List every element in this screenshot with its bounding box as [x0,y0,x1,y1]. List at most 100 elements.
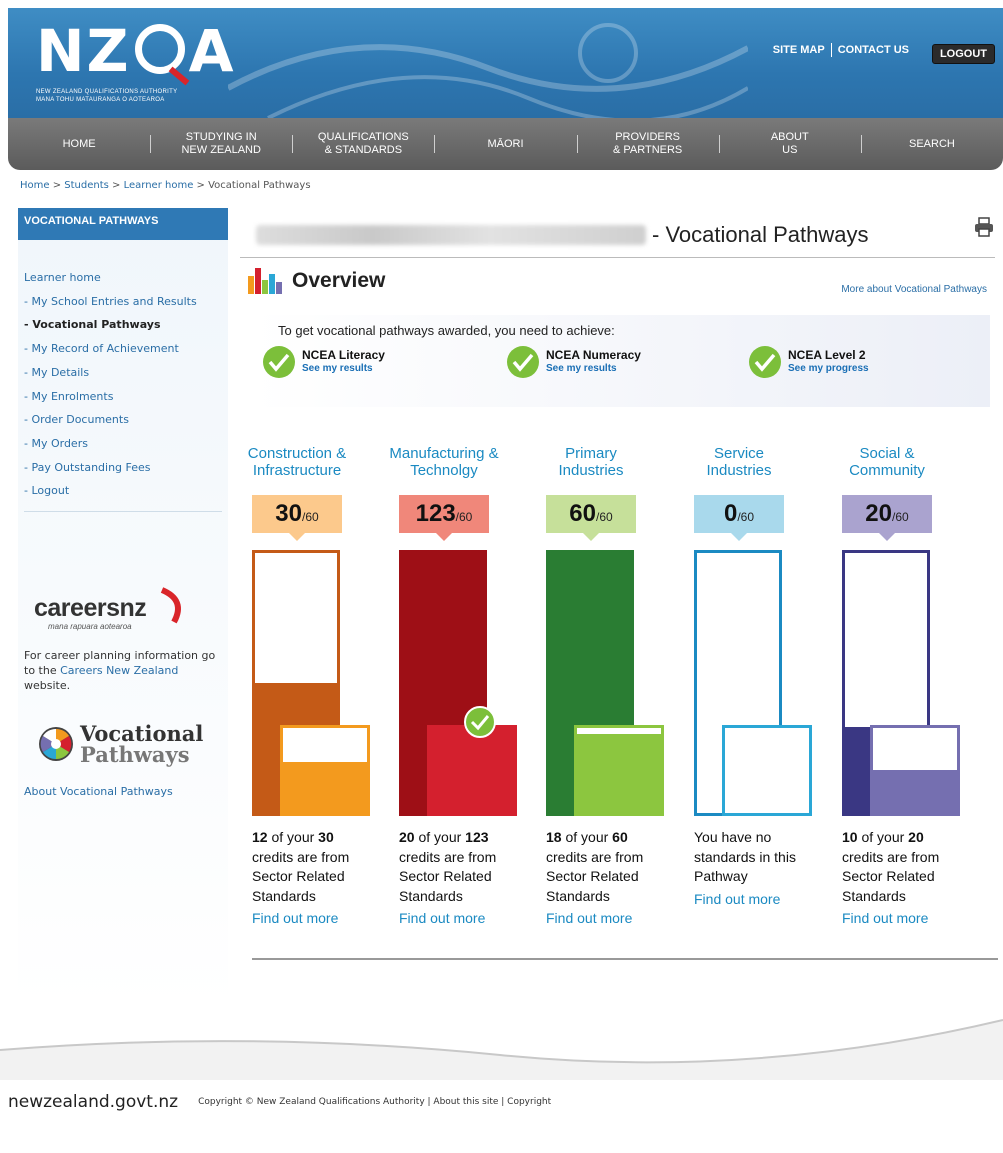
sidebar-heading: VOCATIONAL PATHWAYS [18,208,228,240]
contact-us-link[interactable]: CONTACT US [832,44,915,56]
sidebar-link[interactable]: - Logout [24,479,228,503]
sidebar-link[interactable]: - Order Documents [24,408,228,432]
newzealand-govt-link[interactable]: newzealand.govt.nz [8,1092,178,1112]
requirement-item: NCEA Level 2 See my progress [748,345,869,379]
title-divider [240,257,995,258]
pathways-wheel-icon [39,727,73,762]
requirement-link[interactable]: See my results [546,362,641,375]
pathway-out-of: /60 [455,510,473,524]
pathway-credits: 0 [723,500,738,527]
student-name-redacted [256,225,646,245]
breadcrumb-students[interactable]: Students [64,180,109,191]
sidebar-links: Learner home - My School Entries and Resu… [18,240,228,503]
nav-item[interactable]: HOME [8,118,150,170]
pathway-title-line2: Industries [558,462,624,479]
nav-item[interactable]: STUDYING IN NEW ZEALAND [150,118,292,170]
sidebar-link[interactable]: - My Orders [24,432,228,456]
pathway-sector-bar [574,725,664,816]
sidebar-link[interactable]: - My Details [24,361,228,385]
check-circle-icon [263,346,295,378]
pathway-title-line2: Community [849,462,925,479]
vp-logo-line1: Vocational [80,721,204,747]
find-out-more-link[interactable]: Find out more [399,909,519,929]
pathway-title-line1: Manufacturing & [389,445,499,462]
requirement-title: NCEA Literacy [302,348,385,362]
requirement-link[interactable]: See my results [302,362,385,375]
copyright-text: Copyright © New Zealand Qualifications A… [198,1097,552,1107]
check-circle-icon [749,346,781,378]
desc-mid: of your [857,829,909,845]
breadcrumb-learner-home[interactable]: Learner home [124,180,194,191]
vocational-pathways-logo[interactable]: Vocational Pathways [38,723,228,765]
nav-item[interactable]: MĀORI [434,118,576,170]
page-title: - Vocational Pathways [256,222,868,248]
pathway-sector-bar [280,725,370,816]
main-nav: HOME STUDYING IN NEW ZEALAND QUALIFICATION… [8,118,1003,170]
nzqa-logo[interactable]: NZ A [36,22,236,80]
more-about-vp-link[interactable]: More about Vocational Pathways [841,284,987,295]
careers-nz-logo[interactable]: careersnz mana rapuara aotearoa [18,582,190,640]
site-map-link[interactable]: SITE MAP [767,44,831,56]
pathway-description: You have no standards in this Pathway Fin… [694,828,814,909]
requirement-link[interactable]: See my progress [788,362,869,375]
careers-swoosh-icon [160,587,181,624]
bottom-divider [252,958,998,960]
pathway-title-line2: Technolgy [410,462,478,479]
desc-mid: of your [414,829,466,845]
sidebar-link[interactable]: - My Record of Achievement [24,337,228,361]
sidebar-link[interactable]: - My Enrolments [24,385,228,409]
pathway-score: 0/60 [694,495,784,541]
sidebar-link[interactable]: - Vocational Pathways [24,313,228,337]
overview-heading: Overview [248,268,385,294]
print-icon[interactable] [974,217,994,237]
nav-item[interactable]: ABOUT US [718,118,861,170]
sidebar-link[interactable]: - Pay Outstanding Fees [24,456,228,480]
pathway-title-line2: Industries [706,462,772,479]
pathway-out-of: /60 [737,510,755,524]
logout-button[interactable]: LOGOUT [931,44,995,64]
pathway-sector-fill [430,728,514,813]
pathway-title-line1: Primary [565,445,617,462]
pathway-sector-bar [427,725,517,816]
nav-item[interactable]: QUALIFICATIONS & STANDARDS [292,118,434,170]
page-title-text: - Vocational Pathways [652,222,869,247]
vp-logo-text: Vocational Pathways [80,723,203,765]
careers-nz-link[interactable]: Careers New Zealand [60,664,178,677]
pathway-description: 12 of your 30 credits are from Sector Re… [252,828,372,929]
check-circle-icon [507,346,539,378]
q-emblem-icon [134,23,185,74]
pathway-out-of: /60 [302,510,319,524]
nav-item[interactable]: SEARCH [860,118,1003,170]
desc-end: credits are from Sector Related Standard… [252,848,350,904]
pathway-score: 30/60 [252,495,342,541]
find-out-more-link[interactable]: Find out more [694,890,814,910]
total-credits: 60 [612,829,628,845]
breadcrumb: Home > Students > Learner home > Vocatio… [20,180,311,191]
careers-logo-maori: mana rapuara aotearoa [48,622,132,632]
sidebar-link[interactable]: - My School Entries and Results [24,290,228,314]
about-vp-link[interactable]: About Vocational Pathways [18,765,228,798]
pathway-description: 20 of your 123 credits are from Sector R… [399,828,519,929]
find-out-more-link[interactable]: Find out more [546,909,666,929]
nav-item[interactable]: PROVIDERS & PARTNERS [576,118,719,170]
pathway-description: 10 of your 20 credits are from Sector Re… [842,828,962,929]
breadcrumb-home[interactable]: Home [20,180,50,191]
desc-mid: of your [561,829,613,845]
breadcrumb-sep: > [193,180,209,191]
requirement-text: NCEA Literacy See my results [302,349,385,375]
pathway-description: 18 of your 60 credits are from Sector Re… [546,828,666,929]
pathway-out-of: /60 [596,510,613,524]
logo-subtitle: NEW ZEALAND QUALIFICATIONS AUTHORITY MAN… [36,88,177,104]
find-out-more-link[interactable]: Find out more [842,909,962,929]
desc-end: credits are from Sector Related Standard… [546,848,644,904]
find-out-more-link[interactable]: Find out more [252,909,372,929]
top-links: SITE MAP CONTACT US [767,43,915,57]
breadcrumb-current: Vocational Pathways [208,180,311,191]
requirement-title: NCEA Numeracy [546,348,641,362]
sidebar: VOCATIONAL PATHWAYS Learner home - My Sch… [18,208,228,1008]
desc-mid: of your [267,829,319,845]
pathway-credits: 123 [415,500,456,527]
total-credits: 30 [318,829,334,845]
sidebar-link[interactable]: Learner home [24,266,228,290]
requirements-label: To get vocational pathways awarded, you … [278,323,615,338]
